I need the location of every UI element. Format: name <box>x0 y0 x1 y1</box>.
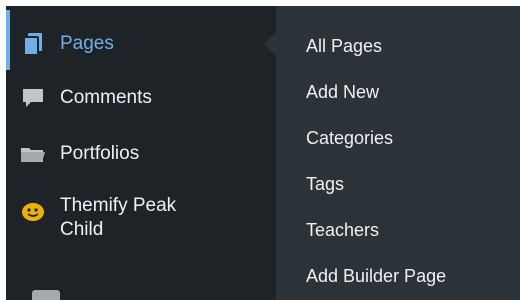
sidebar-item-portfolios[interactable]: Portfolios <box>18 134 139 174</box>
submenu-item-categories[interactable]: Categories <box>306 128 393 149</box>
sidebar-item-label: Themify Peak Child <box>60 195 177 240</box>
admin-menu-screenshot: Pages Comments Portfolios Themify Peak C… <box>0 0 520 300</box>
pages-icon <box>18 29 48 59</box>
submenu-item-add-new[interactable]: Add New <box>306 82 379 103</box>
submenu-pointer <box>264 32 276 56</box>
sidebar-item-label: Portfolios <box>60 143 140 164</box>
submenu-item-add-builder-page[interactable]: Add Builder Page <box>306 266 446 287</box>
submenu-item-teachers[interactable]: Teachers <box>306 220 379 241</box>
sidebar-item-pages[interactable]: Pages <box>18 24 114 64</box>
folder-icon <box>18 139 48 169</box>
next-menu-icon-partial <box>32 290 60 300</box>
smiley-icon <box>18 196 48 226</box>
comment-icon <box>18 83 48 113</box>
sidebar-item-comments[interactable]: Comments <box>18 78 152 118</box>
sidebar-item-label: Pages <box>60 33 114 54</box>
sidebar-item-themify-peak-child[interactable]: Themify Peak Child <box>18 194 176 248</box>
submenu-item-tags[interactable]: Tags <box>306 174 344 195</box>
active-item-indicator <box>6 10 10 70</box>
submenu-item-all-pages[interactable]: All Pages <box>306 36 382 57</box>
sidebar-item-label: Comments <box>60 87 152 108</box>
